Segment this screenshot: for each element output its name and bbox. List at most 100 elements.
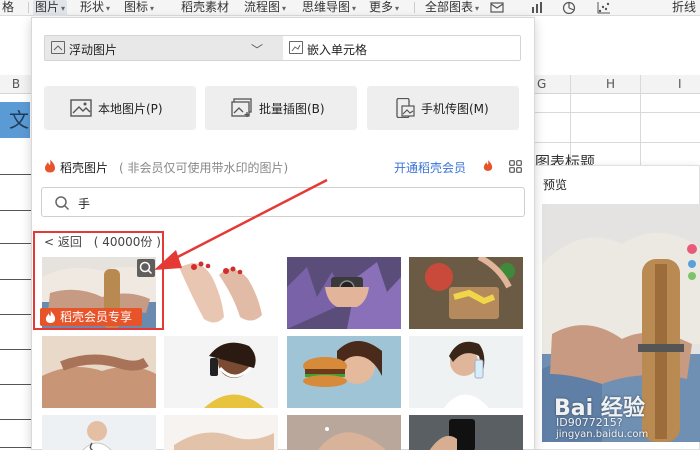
ribbon-picture-menu[interactable]: 图片 ▾ [33, 0, 68, 16]
cell-border [0, 349, 31, 350]
watermark-note: ( 非会员仅可使用带水印的图片) [119, 161, 289, 175]
cell-border [0, 314, 31, 315]
ribbon-label: 思维导图 [302, 0, 351, 14]
open-membership-link[interactable]: 开通稻壳会员 [394, 159, 466, 176]
scatter-chart-icon[interactable] [597, 1, 611, 14]
thumb-photo [42, 336, 156, 408]
image-thumb-sparkle-hand[interactable] [287, 415, 401, 450]
ribbon-label: 流程图 [244, 0, 281, 14]
ribbon-icon-menu[interactable]: 图标 ▾ [124, 0, 154, 16]
cell-border [0, 279, 31, 280]
column-label-h[interactable]: H [606, 75, 615, 94]
thumb-photo [164, 336, 278, 408]
ribbon-divider [414, 2, 415, 13]
batch-insert-button[interactable]: 批量插图(B) [205, 86, 357, 130]
chevron-down-icon: ▾ [106, 4, 111, 13]
ribbon-all-charts-menu[interactable]: 全部图表 ▾ [425, 0, 479, 16]
ribbon-line-chart[interactable]: 折线 [672, 0, 696, 16]
image-thumb-doctor[interactable] [42, 415, 156, 450]
column-label: B [11, 77, 21, 91]
preview-title: 预览 [543, 178, 568, 192]
ribbon-docer-material[interactable]: 稻壳素材 [181, 0, 229, 16]
bar-chart-icon[interactable] [530, 1, 544, 14]
cell-border [0, 174, 31, 175]
preview-panel: 预览 Bai 经验 ID9077215? jingyan.baidu.com [533, 165, 700, 450]
phone-upload-button[interactable]: 手机传图(M) [367, 86, 519, 130]
chevron-down-icon: ▾ [282, 4, 287, 13]
column-header-strip: G H I [535, 75, 700, 94]
pie-chart-icon[interactable] [562, 1, 576, 14]
chevron-down-icon: ▾ [150, 4, 155, 13]
ribbon-label: 稻壳素材 [181, 0, 230, 14]
docer-brand-row: 稻壳图片 ( 非会员仅可使用带水印的图片) 开通稻壳会员 [44, 158, 524, 176]
image-thumb-phone-hold[interactable] [409, 415, 523, 450]
watermark-id: ID9077215? [556, 416, 623, 429]
cell-b-header[interactable]: 文室 [0, 102, 30, 138]
ribbon-label: 格 [2, 0, 15, 14]
embed-cell-option[interactable]: 嵌入单元格 [283, 36, 520, 60]
ribbon-label: 图标 [124, 0, 149, 14]
local-image-label: 本地图片(P) [98, 102, 163, 116]
ribbon-label: 更多 [369, 0, 394, 14]
column-header-b[interactable]: B [0, 75, 32, 94]
combo-chart-icon[interactable] [490, 1, 504, 14]
insert-mode-toggle: 浮动图片 ﹀ 嵌入单元格 [44, 35, 521, 61]
image-search-box[interactable] [41, 187, 525, 217]
ribbon-more-menu[interactable]: 更多 ▾ [369, 0, 399, 16]
cell-border [0, 210, 31, 211]
image-thumb-phone-call[interactable] [164, 336, 278, 408]
embed-cell-icon [289, 41, 303, 54]
local-image-button[interactable]: 本地图片(P) [44, 86, 196, 130]
phone-upload-label: 手机传图(M) [421, 102, 489, 116]
image-thumb-burger[interactable] [287, 336, 401, 408]
ribbon-label: 形状 [80, 0, 105, 14]
membership-flame-icon[interactable] [483, 159, 493, 172]
highlight-annotation-box [33, 231, 164, 330]
image-thumb-hands[interactable] [42, 336, 156, 408]
chevron-down-icon: ▾ [61, 4, 66, 13]
image-thumb-hand-pick[interactable] [164, 415, 278, 450]
thumb-photo [164, 415, 278, 450]
embed-cell-label: 嵌入单元格 [307, 43, 368, 57]
ribbon-table-fragment[interactable]: 格 [2, 0, 14, 16]
image-thumb-feet[interactable] [164, 257, 278, 329]
docer-brand-label: 稻壳图片 [60, 161, 109, 175]
cell-border [0, 447, 31, 448]
thumb-photo [42, 415, 156, 450]
cell-border [0, 243, 31, 244]
thumb-photo [287, 415, 401, 450]
ribbon-label: 折线 [672, 0, 697, 14]
batch-insert-label: 批量插图(B) [259, 102, 325, 116]
image-thumb-camera-flowers[interactable] [287, 257, 401, 329]
float-image-icon [51, 41, 65, 54]
docer-flame-icon [45, 159, 55, 173]
search-icon [55, 196, 70, 211]
chevron-down-icon[interactable]: ﹀ [251, 41, 263, 58]
ribbon-flowchart-menu[interactable]: 流程图 ▾ [244, 0, 286, 16]
chevron-down-icon: ▾ [395, 4, 400, 13]
grid-view-icon[interactable] [509, 160, 522, 173]
column-label-g[interactable]: G [537, 75, 546, 94]
thumb-photo [409, 257, 523, 329]
cell-text: 文室 [9, 108, 29, 132]
batch-image-icon [231, 98, 252, 117]
float-image-label: 浮动图片 [69, 43, 118, 57]
ribbon-mindmap-menu[interactable]: 思维导图 ▾ [302, 0, 356, 16]
picture-dropdown-panel: 浮动图片 ﹀ 嵌入单元格 本地图片(P) 批量插图(B) 手机传图(M) 稻壳图… [31, 17, 535, 450]
ribbon-toolbar: 格 图片 ▾ 形状 ▾ 图标 ▾ 稻壳素材 流程图 ▾ 思维导图 ▾ 更多 ▾ 全部图表 ▾ … [0, 0, 700, 16]
thumb-photo [409, 415, 523, 450]
image-thumb-drinking[interactable] [409, 336, 523, 408]
cell-border [0, 384, 31, 385]
image-thumb-cooking[interactable] [409, 257, 523, 329]
thumb-photo [287, 257, 401, 329]
watermark-site: jingyan.baidu.com [556, 429, 649, 440]
search-input[interactable] [78, 193, 508, 213]
gridline [535, 112, 700, 113]
thumb-photo [409, 336, 523, 408]
float-image-option[interactable]: 浮动图片 ﹀ [45, 36, 283, 60]
column-label-i[interactable]: I [678, 75, 682, 94]
ribbon-label: 全部图表 [425, 0, 474, 14]
ribbon-label: 图片 [35, 0, 60, 14]
gridline [535, 142, 700, 143]
ribbon-shape-menu[interactable]: 形状 ▾ [80, 0, 110, 16]
